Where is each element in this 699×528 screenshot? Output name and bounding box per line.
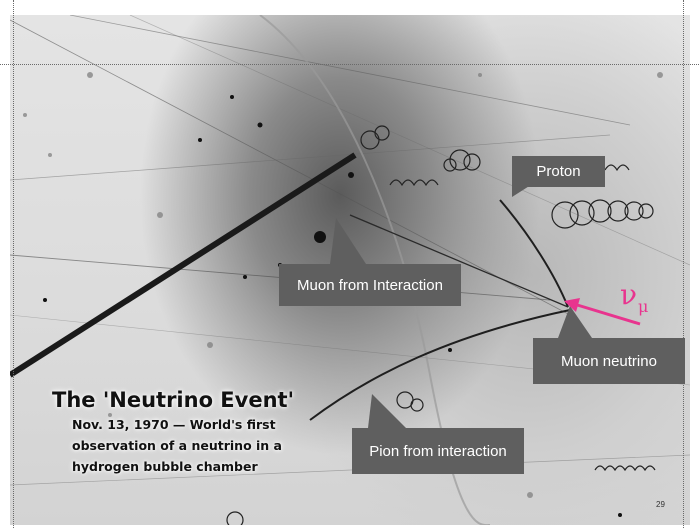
guide-line [683, 0, 684, 528]
proton-label-pointer [512, 183, 534, 197]
subtitle-line: Nov. 13, 1970 — World's first [72, 417, 276, 432]
subtitle-line: hydrogen bubble chamber [72, 459, 258, 474]
mu-subscript: μ [638, 297, 649, 316]
slide-title: The 'Neutrino Event' [52, 388, 295, 412]
guide-line [0, 64, 699, 65]
guide-line [13, 0, 14, 528]
page-number: 29 [656, 500, 665, 509]
nu-symbol: ν [620, 278, 638, 311]
pion-from-interaction-pointer [368, 394, 406, 428]
muon-from-interaction-pointer [330, 218, 366, 264]
subtitle-line: observation of a neutrino in a [72, 438, 282, 453]
pion-from-interaction-label: Pion from interaction [352, 428, 524, 474]
muon-from-interaction-label: Muon from Interaction [279, 264, 461, 306]
muon-neutrino-label: Muon neutrino [533, 338, 685, 384]
slide: Proton Muon from Interaction Muon neutri… [0, 0, 699, 528]
